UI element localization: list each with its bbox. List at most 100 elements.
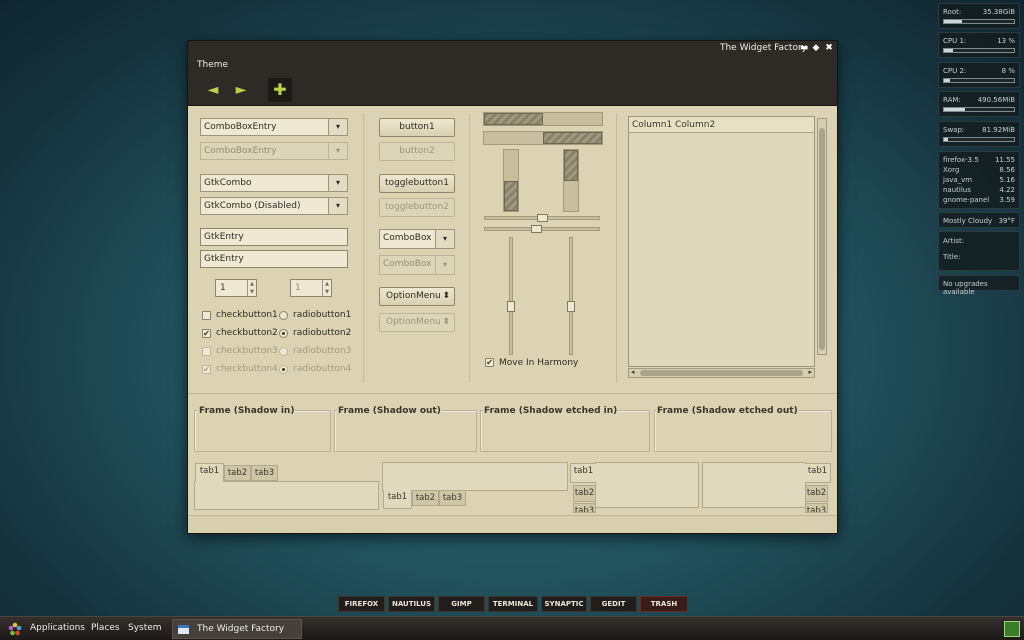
radio-label: radiobutton4 bbox=[293, 364, 352, 374]
tab-left-2[interactable]: tab2 bbox=[573, 485, 596, 502]
dock-trash[interactable]: TRASH bbox=[640, 596, 688, 612]
chevron-down-icon[interactable]: ▾ bbox=[328, 119, 347, 135]
tab-bottom-2[interactable]: tab2 bbox=[412, 490, 439, 506]
maximize-button[interactable]: ◆ bbox=[811, 42, 821, 54]
tab-right-2[interactable]: tab2 bbox=[805, 485, 828, 502]
notebook-tabs-left bbox=[595, 462, 699, 508]
gnome-foot-icon[interactable] bbox=[8, 622, 22, 636]
progress-bar-vertical bbox=[503, 149, 519, 212]
horizontal-scrollbar[interactable]: ◂ ▸ bbox=[628, 368, 815, 378]
radio-label: radiobutton2 bbox=[293, 328, 352, 338]
statusbar bbox=[188, 515, 837, 533]
close-button[interactable]: ✖ bbox=[824, 42, 834, 54]
vertical-scrollbar[interactable] bbox=[817, 118, 827, 355]
window-title: The Widget Factory bbox=[719, 43, 807, 53]
tab-left-3[interactable]: tab3 bbox=[573, 503, 596, 513]
column1-header[interactable]: Column1 bbox=[632, 120, 672, 130]
applications-menu[interactable]: Applications bbox=[30, 623, 85, 633]
checkbox-label: checkbutton3 bbox=[216, 346, 278, 356]
swap-label: Swap: bbox=[943, 126, 965, 134]
tree-view[interactable]: Column1 Column2 bbox=[628, 116, 815, 367]
tab-left-1[interactable]: tab1 bbox=[570, 463, 596, 483]
frame-shadow-in bbox=[194, 410, 331, 452]
spin-button-disabled: 1 ▲ ▼ bbox=[290, 279, 332, 297]
radio-1[interactable] bbox=[279, 311, 288, 320]
tab-top-2[interactable]: tab2 bbox=[224, 465, 251, 481]
separator bbox=[616, 113, 617, 383]
taskbar-button-widget-factory[interactable]: The Widget Factory bbox=[172, 619, 302, 639]
radio-2[interactable] bbox=[279, 329, 288, 338]
optionmenu[interactable]: OptionMenu ⬍ bbox=[379, 287, 455, 306]
places-menu[interactable]: Places bbox=[91, 623, 120, 633]
togglebutton1[interactable]: togglebutton1 bbox=[379, 174, 455, 193]
minimize-button[interactable]: ▬ bbox=[799, 42, 809, 54]
tab-bottom-1[interactable]: tab1 bbox=[383, 490, 412, 509]
update-notifier-icon[interactable] bbox=[1004, 621, 1020, 637]
frame-shadow-out bbox=[334, 410, 477, 452]
tab-right-3[interactable]: tab3 bbox=[805, 503, 828, 513]
cpu2-label: CPU 2: bbox=[943, 67, 967, 75]
frame-shadow-etched-out-label: Frame (Shadow etched out) bbox=[656, 406, 799, 416]
checkbox-1[interactable] bbox=[202, 311, 211, 320]
tab-bottom-3[interactable]: tab3 bbox=[439, 490, 466, 506]
process-name: firefox-3.5 bbox=[943, 156, 979, 164]
togglebutton2: togglebutton2 bbox=[379, 198, 455, 217]
spin-up-icon[interactable]: ▲ bbox=[248, 280, 256, 288]
ram-bar bbox=[943, 107, 1015, 112]
tab-top-1[interactable]: tab1 bbox=[195, 463, 224, 482]
process-value: 5.16 bbox=[999, 176, 1015, 184]
notebook-tabs-bottom bbox=[382, 462, 568, 491]
hscale-1[interactable] bbox=[484, 214, 600, 222]
back-arrow-icon[interactable]: ◄ bbox=[201, 78, 225, 102]
dock-gedit[interactable]: GEDIT bbox=[590, 596, 637, 612]
root-label: Root: bbox=[943, 8, 962, 16]
swap-bar bbox=[943, 137, 1015, 142]
chevron-down-icon[interactable]: ▾ bbox=[328, 175, 347, 191]
column2-header[interactable]: Column2 bbox=[675, 120, 715, 130]
gtk-combo[interactable]: GtkCombo ▾ bbox=[200, 174, 348, 192]
widget-factory-window: The Widget Factory ▬ ◆ ✖ Theme ◄ ► ✚ Com… bbox=[187, 40, 838, 534]
progress-bar-horizontal bbox=[483, 112, 603, 126]
chevron-down-icon[interactable]: ▾ bbox=[435, 230, 454, 248]
add-icon[interactable]: ✚ bbox=[268, 78, 292, 102]
check-mark-icon: ✔ bbox=[203, 365, 210, 374]
combo-box-entry[interactable]: ComboBoxEntry ▾ bbox=[200, 118, 348, 136]
tab-right-1[interactable]: tab1 bbox=[805, 463, 831, 483]
vscale-1[interactable] bbox=[507, 237, 515, 355]
tab-top-3[interactable]: tab3 bbox=[251, 465, 278, 481]
frame-shadow-in-label: Frame (Shadow in) bbox=[198, 406, 296, 416]
spin-button[interactable]: 1 ▲ ▼ bbox=[215, 279, 257, 297]
dock-firefox[interactable]: FIREFOX bbox=[338, 596, 385, 612]
frame-shadow-etched-out bbox=[654, 410, 832, 452]
menu-theme[interactable]: Theme bbox=[197, 60, 228, 70]
dock-gimp[interactable]: GIMP bbox=[438, 596, 485, 612]
checkbox-2[interactable]: ✔ bbox=[202, 329, 211, 338]
spin-down-icon[interactable]: ▼ bbox=[248, 288, 256, 296]
dock-nautilus[interactable]: NAUTILUS bbox=[388, 596, 435, 612]
combo-box-entry-disabled: ComboBoxEntry ▾ bbox=[200, 142, 348, 160]
chevron-down-icon: ▾ bbox=[435, 256, 454, 274]
system-menu[interactable]: System bbox=[128, 623, 162, 633]
dock-synaptic[interactable]: SYNAPTIC bbox=[541, 596, 587, 612]
scroll-right-icon[interactable]: ▸ bbox=[808, 368, 812, 376]
radio-label: radiobutton3 bbox=[293, 346, 352, 356]
scrollbar-thumb[interactable] bbox=[640, 370, 803, 376]
upgrades-text: No upgrades available bbox=[943, 280, 988, 296]
spin-value: 1 bbox=[220, 283, 226, 293]
conky-cpu2: CPU 2: 8 % bbox=[938, 62, 1020, 88]
separator bbox=[363, 113, 364, 383]
scroll-left-icon[interactable]: ◂ bbox=[631, 368, 635, 376]
spin-arrows[interactable]: ▲ ▼ bbox=[247, 280, 256, 296]
button1[interactable]: button1 bbox=[379, 118, 455, 137]
scrollbar-thumb[interactable] bbox=[819, 128, 825, 350]
combobox[interactable]: ComboBox ▾ bbox=[379, 229, 455, 249]
vscale-2[interactable] bbox=[567, 237, 575, 355]
progress-bar-vertical-inverted bbox=[563, 149, 579, 212]
dock-terminal[interactable]: TERMINAL bbox=[488, 596, 538, 612]
checkbox-label: checkbutton1 bbox=[216, 310, 278, 320]
move-in-harmony-checkbox[interactable]: ✔ bbox=[485, 358, 494, 367]
hscale-2[interactable] bbox=[484, 225, 600, 233]
forward-arrow-icon[interactable]: ► bbox=[229, 78, 253, 102]
process-value: 3.59 bbox=[999, 196, 1015, 204]
gtk-entry[interactable]: GtkEntry bbox=[200, 228, 348, 246]
